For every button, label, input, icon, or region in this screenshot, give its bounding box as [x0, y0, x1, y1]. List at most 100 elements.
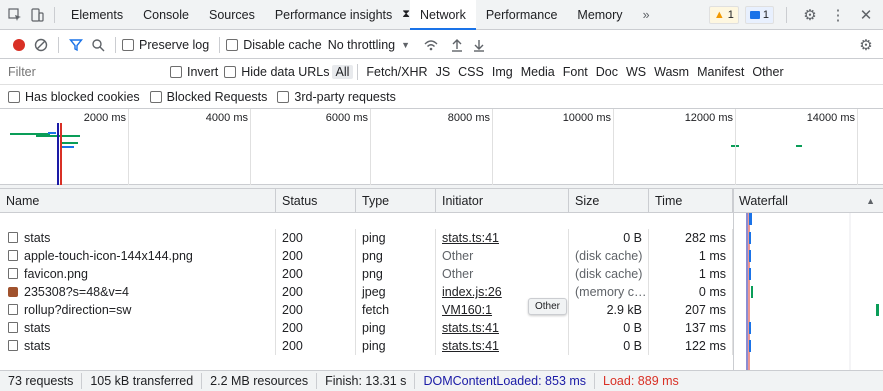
more-tabs-button[interactable]: » [633, 0, 660, 30]
blocked-cookies-checkbox[interactable] [8, 90, 20, 103]
status-separator [316, 373, 318, 389]
toolbar-separator [58, 36, 59, 53]
overview-gridline [128, 109, 129, 185]
invert-checkbox[interactable] [170, 65, 182, 78]
filter-type-css[interactable]: CSS [454, 65, 488, 79]
cell-status: 200 [276, 337, 356, 355]
tab-sources[interactable]: Sources [199, 0, 265, 30]
network-conditions-wifi-icon[interactable] [420, 33, 442, 57]
column-header-name[interactable]: Name [0, 189, 276, 213]
waterfall-bar [749, 232, 751, 244]
cell-size: (disk cache) [569, 265, 649, 283]
status-separator [414, 373, 416, 389]
messages-badge[interactable]: 1 [744, 5, 774, 24]
tabbar-right: ▲ 1 1 ⚙ ⋮ ✕ [708, 3, 883, 27]
filter-type-all[interactable]: All [331, 64, 354, 79]
filter-type-wasm[interactable]: Wasm [650, 65, 693, 79]
waterfall-graph [746, 213, 879, 370]
size-value: 2.9 kB [606, 303, 642, 317]
kebab-menu-icon[interactable]: ⋮ [827, 3, 849, 27]
tab-console[interactable]: Console [133, 0, 199, 30]
filter-type-media[interactable]: Media [517, 65, 559, 79]
warnings-badge[interactable]: ▲ 1 [708, 5, 739, 24]
clear-icon[interactable] [30, 33, 52, 57]
table-row[interactable]: favicon.png 200 png Other (disk cache) 1 ms [0, 265, 733, 283]
overview-tick-label: 14000 ms [806, 112, 855, 124]
column-header-type[interactable]: Type [356, 189, 436, 213]
search-icon[interactable] [87, 33, 109, 57]
cell-type: png [356, 247, 436, 265]
filter-type-doc[interactable]: Doc [592, 65, 622, 79]
filter-type-other[interactable]: Other [748, 65, 787, 79]
load-time: Load: 889 ms [603, 374, 679, 388]
table-row[interactable]: stats 200 ping stats.ts:41 0 B 122 ms [0, 337, 733, 355]
invert-label: Invert [187, 64, 219, 79]
record-icon[interactable] [8, 33, 30, 57]
table-row[interactable]: stats 200 ping stats.ts:41 0 B 282 ms [0, 229, 733, 247]
initiator-value: stats.ts:41 [442, 231, 499, 245]
table-row[interactable]: 235308?s=48&v=4 200 jpeg index.js:26 (memory… [0, 283, 733, 301]
network-settings-gear-icon[interactable]: ⚙ [855, 33, 877, 57]
export-har-download-icon[interactable] [468, 33, 490, 57]
preserve-log-checkbox[interactable] [122, 38, 134, 51]
filter-type-img[interactable]: Img [488, 65, 517, 79]
inspect-element-icon[interactable] [4, 3, 26, 27]
transferred-size: 105 kB transferred [90, 374, 194, 388]
tab-network[interactable]: Network [410, 0, 476, 30]
column-header-status[interactable]: Status [276, 189, 356, 213]
network-status-bar: 73 requests 105 kB transferred 2.2 MB re… [0, 370, 883, 391]
tab-elements[interactable]: Elements [61, 0, 133, 30]
resources-size: 2.2 MB resources [210, 374, 309, 388]
third-party-checkbox[interactable] [277, 90, 290, 103]
cell-initiator[interactable]: stats.ts:41 [436, 319, 569, 337]
device-toolbar-icon[interactable] [26, 3, 48, 27]
cell-name: favicon.png [0, 265, 276, 283]
filter-type-ws[interactable]: WS [622, 65, 650, 79]
filter-type-font[interactable]: Font [559, 65, 592, 79]
chevron-down-icon[interactable]: ▼ [401, 40, 410, 50]
filter-type-manifest[interactable]: Manifest [693, 65, 748, 79]
filter-funnel-icon[interactable] [65, 33, 87, 57]
tab-performance[interactable]: Performance [476, 0, 568, 30]
column-header-time[interactable]: Time [649, 189, 733, 213]
cell-initiator: Other [436, 265, 569, 283]
cell-initiator[interactable]: stats.ts:41 [436, 337, 569, 355]
overview-tick-label: 10000 ms [562, 112, 611, 124]
request-name: rollup?direction=sw [24, 303, 132, 317]
overview-timeline[interactable]: 2000 ms 4000 ms 6000 ms 8000 ms 10000 ms 1200… [0, 109, 883, 185]
column-header-initiator[interactable]: Initiator [436, 189, 569, 213]
hide-data-urls-checkbox[interactable] [224, 65, 237, 78]
overview-bar [10, 133, 50, 135]
time-value: 137 ms [685, 321, 726, 335]
tab-performance-insights[interactable]: Performance insights [265, 0, 402, 30]
table-row[interactable]: apple-touch-icon-144x144.png 200 png Other (… [0, 247, 733, 265]
type-value: jpeg [362, 285, 386, 299]
tab-memory[interactable]: Memory [567, 0, 632, 30]
initiator-value: Other [442, 249, 474, 263]
cell-size: (memory c… [569, 283, 649, 301]
settings-gear-icon[interactable]: ⚙ [799, 3, 821, 27]
initiator-value: stats.ts:41 [442, 321, 499, 335]
import-har-upload-icon[interactable] [446, 33, 468, 57]
filter-input[interactable] [0, 60, 170, 83]
size-value: 0 B [623, 231, 642, 245]
column-header-size[interactable]: Size [569, 189, 649, 213]
document-icon [8, 268, 18, 279]
cell-initiator[interactable]: stats.ts:41 [436, 229, 569, 247]
blocked-requests-checkbox[interactable] [149, 90, 162, 103]
hide-data-urls-label: Hide data URLs [241, 64, 330, 79]
document-icon [8, 322, 18, 333]
disable-cache-label: Disable cache [243, 37, 322, 52]
throttling-select[interactable]: No throttling [328, 38, 395, 52]
warnings-count: 1 [727, 8, 734, 21]
initiator-value: index.js:26 [442, 285, 502, 299]
close-icon[interactable]: ✕ [855, 3, 877, 27]
overview-bar [62, 142, 78, 144]
filter-type-js[interactable]: JS [432, 65, 455, 79]
disable-cache-checkbox[interactable] [226, 38, 239, 51]
filter-type-fetch-xhr[interactable]: Fetch/XHR [362, 65, 431, 79]
table-row[interactable]: rollup?direction=sw 200 fetch VM160:1 2.9 kB… [0, 301, 733, 319]
table-row[interactable]: stats 200 ping stats.ts:41 0 B 137 ms [0, 319, 733, 337]
cell-name: rollup?direction=sw [0, 301, 276, 319]
initiator-tooltip: Other [528, 298, 568, 315]
